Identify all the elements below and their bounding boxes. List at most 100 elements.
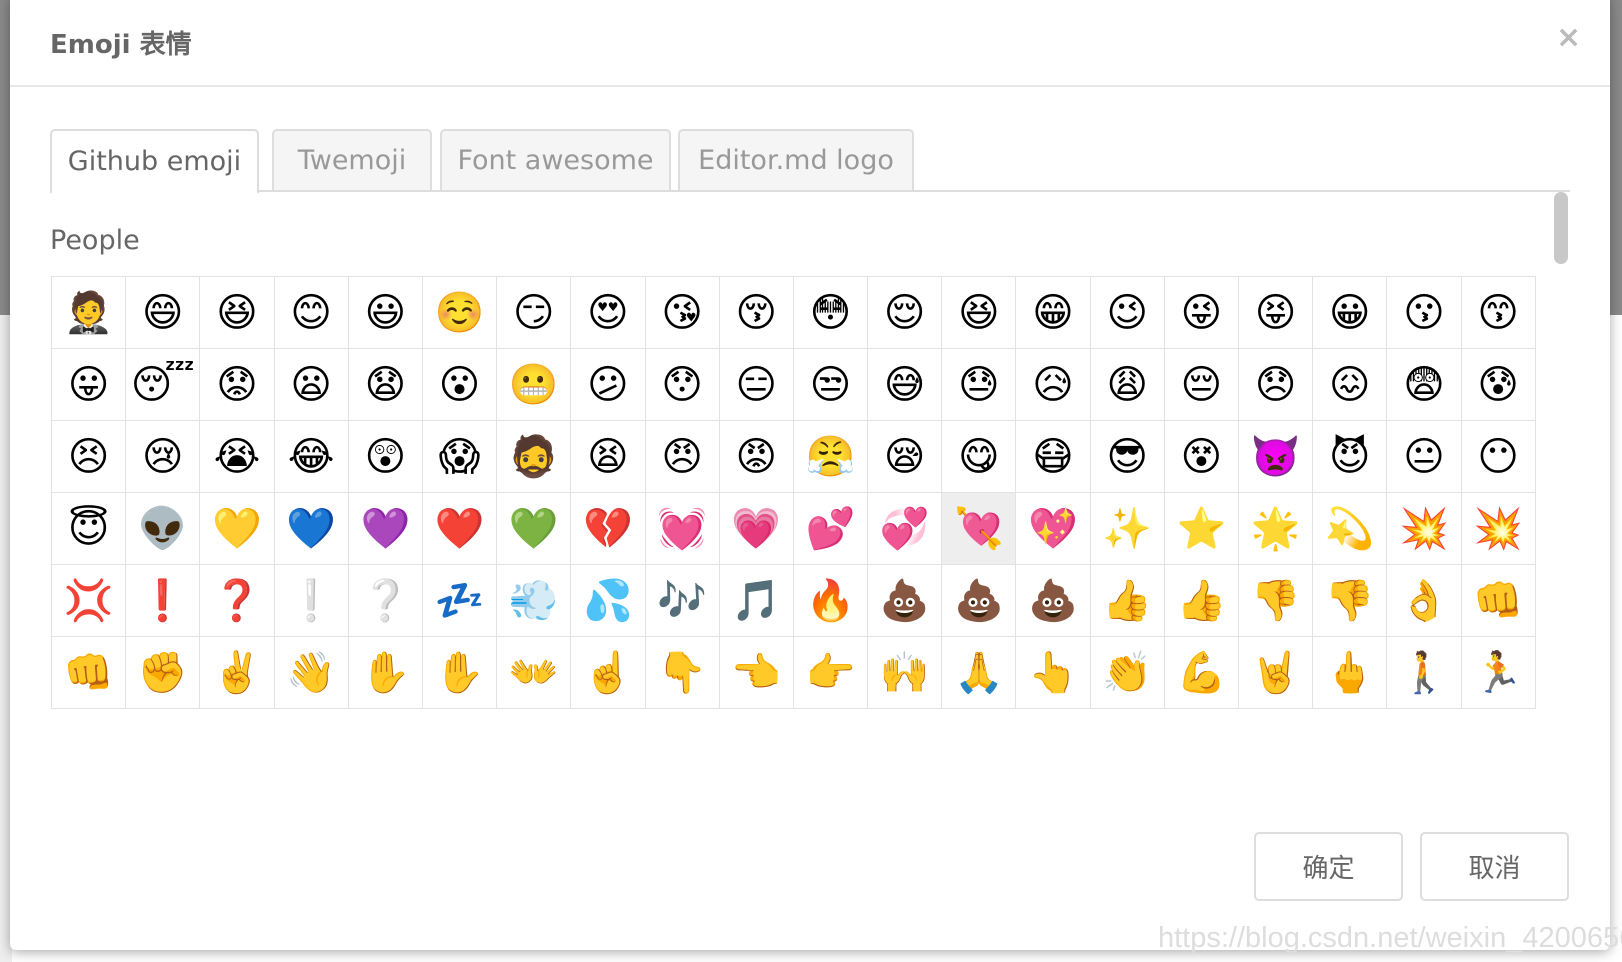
emoji-cell[interactable]: 😴 — [126, 349, 201, 421]
emoji-cell[interactable]: 😣 — [52, 421, 127, 493]
emoji-cell[interactable]: 😛 — [52, 349, 127, 421]
emoji-cell[interactable]: 😞 — [1239, 349, 1314, 421]
emoji-cell[interactable]: 👍 — [1164, 565, 1239, 637]
emoji-cell[interactable]: 💛 — [200, 493, 275, 565]
emoji-cell[interactable]: 👽 — [126, 493, 201, 565]
emoji-cell[interactable]: ❗ — [126, 565, 201, 637]
emoji-cell[interactable]: 👉 — [793, 637, 869, 709]
tab-twemoji[interactable]: Twemoji — [272, 129, 432, 192]
emoji-cell[interactable]: 👈 — [719, 637, 794, 709]
emoji-cell[interactable]: 😬 — [497, 349, 572, 421]
emoji-cell[interactable]: 👍 — [1090, 565, 1165, 637]
emoji-cell[interactable]: ☺️ — [422, 277, 498, 349]
emoji-cell[interactable]: 💘 — [942, 493, 1017, 565]
emoji-cell[interactable]: 😒 — [793, 349, 869, 421]
emoji-cell[interactable]: 😆 — [942, 277, 1017, 349]
emoji-cell[interactable]: 😳 — [793, 277, 869, 349]
emoji-cell[interactable]: 💥 — [1387, 493, 1462, 565]
emoji-cell[interactable]: 🙏 — [942, 637, 1017, 709]
emoji-cell[interactable]: 😓 — [942, 349, 1017, 421]
emoji-cell[interactable]: 💫 — [1313, 493, 1388, 565]
emoji-cell[interactable]: 👐 — [497, 637, 572, 709]
emoji-cell[interactable]: ✊ — [126, 637, 201, 709]
emoji-cell[interactable]: ✨ — [1090, 493, 1165, 565]
emoji-cell[interactable]: 😪 — [868, 421, 943, 493]
emoji-cell[interactable]: 😢 — [126, 421, 201, 493]
emoji-cell[interactable]: 😋 — [942, 421, 1017, 493]
emoji-cell[interactable]: 😉 — [1090, 277, 1165, 349]
emoji-cell[interactable]: 👎 — [1239, 565, 1314, 637]
emoji-cell[interactable]: 🔥 — [793, 565, 869, 637]
emoji-cell[interactable]: 💤 — [422, 565, 498, 637]
emoji-cell[interactable]: 😏 — [497, 277, 572, 349]
emoji-cell[interactable]: 😘 — [645, 277, 720, 349]
emoji-cell[interactable]: 😐 — [1387, 421, 1462, 493]
emoji-cell[interactable]: 😰 — [1461, 349, 1536, 421]
emoji-cell[interactable]: 🤘 — [1239, 637, 1314, 709]
emoji-cell[interactable]: 💗 — [719, 493, 794, 565]
emoji-cell[interactable]: ✌️ — [200, 637, 275, 709]
emoji-cell[interactable]: 😧 — [348, 349, 423, 421]
emoji-cell[interactable]: 💥 — [1461, 493, 1536, 565]
emoji-cell[interactable]: 👊 — [52, 637, 127, 709]
emoji-cell[interactable]: 😭 — [200, 421, 275, 493]
scrollbar-thumb[interactable] — [1554, 192, 1568, 264]
emoji-cell[interactable]: ☝️ — [571, 637, 646, 709]
emoji-cell[interactable]: 😕 — [571, 349, 646, 421]
emoji-cell[interactable]: ❓ — [200, 565, 275, 637]
emoji-cell[interactable]: 😝 — [1239, 277, 1314, 349]
emoji-cell[interactable]: 😈 — [1313, 421, 1388, 493]
emoji-cell[interactable]: ❤️ — [422, 493, 498, 565]
emoji-cell[interactable]: 😥 — [1016, 349, 1091, 421]
emoji-cell[interactable]: 😚 — [719, 277, 794, 349]
emoji-cell[interactable]: 👇 — [645, 637, 720, 709]
emoji-cell[interactable]: 💜 — [348, 493, 423, 565]
emoji-cell[interactable]: 😔 — [1164, 349, 1239, 421]
cancel-button[interactable]: 取消 — [1420, 832, 1569, 901]
emoji-cell[interactable]: 😌 — [868, 277, 943, 349]
emoji-cell[interactable]: 🎶 — [645, 565, 720, 637]
emoji-cell[interactable]: 🏃 — [1461, 637, 1536, 709]
emoji-cell[interactable]: 😡 — [719, 421, 794, 493]
emoji-cell[interactable]: 😇 — [52, 493, 127, 565]
emoji-cell[interactable]: 👋 — [274, 637, 349, 709]
emoji-cell[interactable]: 😆 — [200, 277, 275, 349]
emoji-cell[interactable]: 👌 — [1387, 565, 1462, 637]
emoji-cell[interactable]: 😗 — [1387, 277, 1462, 349]
emoji-cell[interactable]: 👿 — [1239, 421, 1314, 493]
emoji-cell[interactable]: 🙌 — [868, 637, 943, 709]
emoji-cell[interactable]: 😟 — [200, 349, 275, 421]
emoji-cell[interactable]: 😯 — [645, 349, 720, 421]
emoji-cell[interactable]: 😃 — [348, 277, 423, 349]
emoji-cell[interactable]: 😫 — [571, 421, 646, 493]
emoji-cell[interactable]: 💩 — [942, 565, 1017, 637]
emoji-cell[interactable]: 👎 — [1313, 565, 1388, 637]
emoji-cell[interactable]: 😅 — [868, 349, 943, 421]
emoji-cell[interactable]: 😖 — [1313, 349, 1388, 421]
emoji-cell[interactable]: 😀 — [1313, 277, 1388, 349]
emoji-cell[interactable]: 👊 — [1461, 565, 1536, 637]
emoji-cell[interactable]: ✋ — [422, 637, 498, 709]
emoji-cell[interactable]: ❔ — [348, 565, 423, 637]
emoji-cell[interactable]: 🤵 — [52, 277, 127, 349]
emoji-cell[interactable]: ❕ — [274, 565, 349, 637]
emoji-cell[interactable]: 😁 — [1016, 277, 1091, 349]
emoji-cell[interactable]: 💕 — [793, 493, 869, 565]
emoji-cell[interactable]: 👏 — [1090, 637, 1165, 709]
emoji-cell[interactable]: 💩 — [1016, 565, 1091, 637]
tab-editormd-logo[interactable]: Editor.md logo — [678, 129, 914, 192]
emoji-cell[interactable]: 💢 — [52, 565, 127, 637]
emoji-cell[interactable]: 🚶 — [1387, 637, 1462, 709]
emoji-cell[interactable]: 💪 — [1164, 637, 1239, 709]
emoji-cell[interactable]: 💨 — [497, 565, 572, 637]
close-icon[interactable]: × — [1556, 20, 1581, 55]
emoji-cell[interactable]: 😄 — [126, 277, 201, 349]
emoji-cell[interactable]: 💖 — [1016, 493, 1091, 565]
emoji-cell[interactable]: 😊 — [274, 277, 349, 349]
emoji-cell[interactable]: 🎵 — [719, 565, 794, 637]
emoji-cell[interactable]: 💞 — [868, 493, 943, 565]
emoji-cell[interactable]: 😙 — [1461, 277, 1536, 349]
emoji-cell[interactable]: 💙 — [274, 493, 349, 565]
emoji-cell[interactable]: 😤 — [793, 421, 869, 493]
emoji-cell[interactable]: 😲 — [348, 421, 423, 493]
